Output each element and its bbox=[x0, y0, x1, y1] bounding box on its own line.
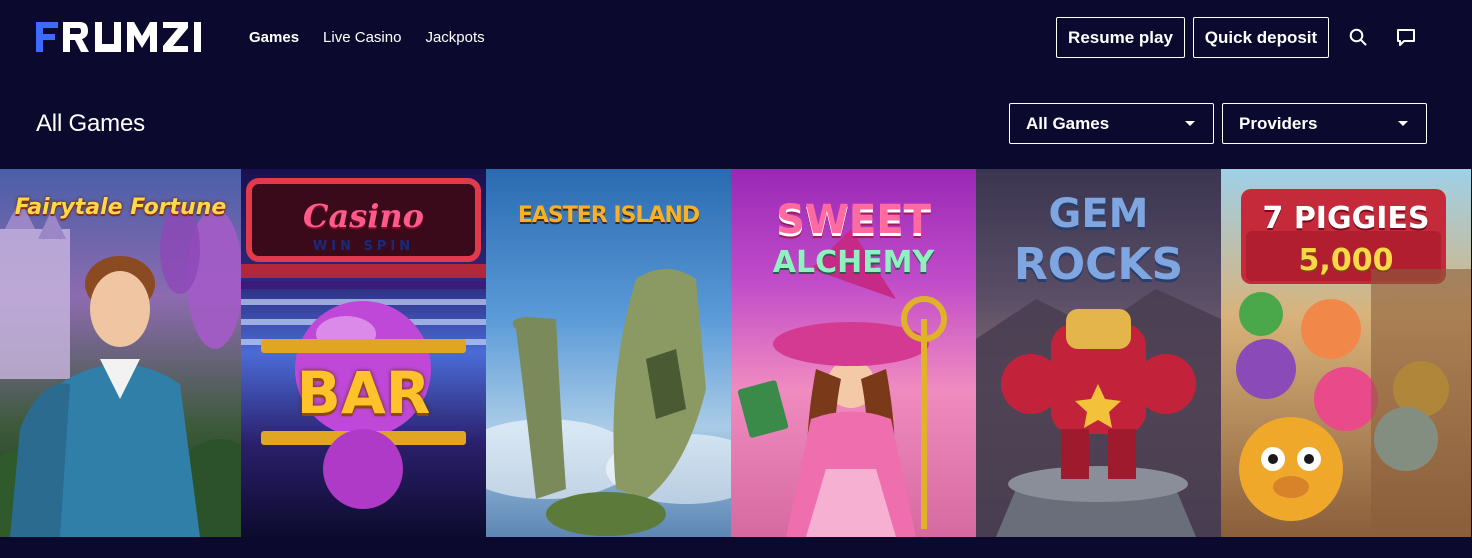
game-tile-7-piggies[interactable]: 7 PIGGIES 5,000 bbox=[1221, 169, 1471, 537]
game-tile-gem-rocks[interactable]: GEM ROCKS bbox=[976, 169, 1221, 537]
game-subtitle: 5,000 bbox=[1298, 243, 1394, 278]
game-tile-fairytale-fortune[interactable]: Fairytale Fortune bbox=[0, 169, 241, 537]
chat-button[interactable] bbox=[1395, 26, 1417, 48]
games-grid: Fairytale Fortune Casino WIN SPIN BAR EA… bbox=[0, 169, 1472, 537]
game-subtitle: ROCKS bbox=[1013, 239, 1184, 290]
game-title: GEM bbox=[1048, 191, 1149, 237]
game-title: Fairytale Fortune bbox=[14, 195, 227, 220]
game-tile-casino-win-spin[interactable]: Casino WIN SPIN BAR bbox=[241, 169, 486, 537]
game-subtitle: ALCHEMY bbox=[772, 245, 935, 280]
game-title: 7 PIGGIES bbox=[1262, 201, 1430, 236]
frumzi-logo[interactable] bbox=[36, 22, 229, 52]
game-title: EASTER ISLAND bbox=[517, 203, 700, 228]
search-button[interactable] bbox=[1347, 26, 1369, 48]
providers-select-value: Providers bbox=[1239, 113, 1318, 133]
game-tile-sweet-alchemy[interactable]: SWEET ALCHEMY bbox=[731, 169, 976, 537]
top-header: Games Live Casino Jackpots Resume play Q… bbox=[0, 0, 1472, 78]
category-select[interactable]: All Games bbox=[1009, 103, 1214, 144]
providers-select[interactable]: Providers bbox=[1222, 103, 1427, 144]
category-select-value: All Games bbox=[1026, 113, 1110, 133]
page-title: All Games bbox=[36, 110, 145, 137]
nav-games[interactable]: Games bbox=[249, 28, 299, 48]
bottom-spacer bbox=[0, 537, 1472, 558]
game-tile-easter-island[interactable]: EASTER ISLAND bbox=[486, 169, 731, 537]
main-nav: Games Live Casino Jackpots bbox=[249, 28, 509, 48]
nav-jackpots[interactable]: Jackpots bbox=[425, 28, 484, 48]
game-title: Casino bbox=[303, 197, 424, 235]
search-icon bbox=[1349, 28, 1367, 46]
game-subtitle: WIN SPIN bbox=[312, 239, 415, 254]
game-badge: BAR bbox=[296, 359, 431, 427]
game-art bbox=[0, 199, 241, 537]
nav-live-casino[interactable]: Live Casino bbox=[323, 28, 401, 48]
game-title: SWEET bbox=[776, 197, 931, 243]
chat-icon bbox=[1397, 28, 1415, 46]
resume-play-button[interactable]: Resume play bbox=[1056, 17, 1185, 58]
chevron-down-icon bbox=[1185, 121, 1195, 126]
chevron-down-icon bbox=[1398, 121, 1408, 126]
quick-deposit-button[interactable]: Quick deposit bbox=[1193, 17, 1329, 58]
